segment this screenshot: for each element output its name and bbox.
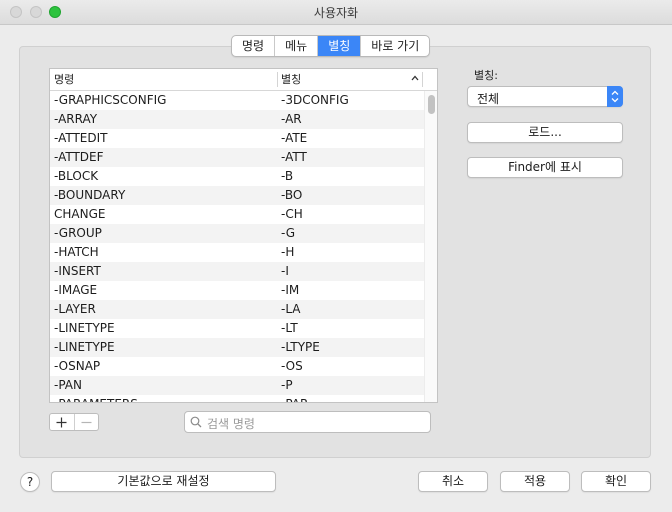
tab-commands[interactable]: 명령 (232, 36, 276, 56)
show-in-finder-button[interactable]: Finder에 표시 (467, 157, 623, 178)
minus-icon (81, 421, 92, 423)
sort-ascending-icon[interactable] (411, 74, 419, 82)
add-alias-button[interactable] (50, 414, 75, 430)
table-row[interactable]: -PAN -P (50, 376, 424, 395)
command-cell: -LINETYPE (54, 321, 115, 335)
alias-cell: -CH (281, 207, 303, 221)
table-row[interactable]: -GRAPHICSCONFIG -3DCONFIG (50, 91, 424, 110)
command-cell: -HATCH (54, 245, 99, 259)
tab-shortcuts[interactable]: 바로 가기 (361, 36, 429, 56)
tab-aliases[interactable]: 별칭 (318, 36, 362, 56)
table-row[interactable]: -GROUP -G (50, 224, 424, 243)
command-cell: -ATTEDIT (54, 131, 108, 145)
plus-icon (56, 417, 67, 427)
command-cell: CHANGE (54, 207, 106, 221)
command-cell: -BLOCK (54, 169, 99, 183)
command-cell: -INSERT (54, 264, 101, 278)
column-header-command[interactable]: 명령 (54, 69, 74, 90)
chevron-up-down-icon (611, 90, 619, 103)
alias-filter-dropdown[interactable]: 전체 (467, 86, 623, 107)
alias-cell: -B (281, 169, 294, 183)
ok-button[interactable]: 확인 (581, 471, 651, 492)
table-body: -GRAPHICSCONFIG -3DCONFIG -ARRAY -AR -ATTEDI… (50, 91, 424, 402)
alias-cell: -PAR (281, 395, 308, 402)
command-cell: -LINETYPE (54, 340, 115, 354)
cancel-button[interactable]: 취소 (418, 471, 488, 492)
table-row[interactable]: -ARRAY -AR (50, 110, 424, 129)
table-row[interactable]: -BLOCK -B (50, 167, 424, 186)
alias-cell: -G (281, 226, 296, 240)
alias-filter-label: 별칭: (474, 69, 498, 82)
window-title: 사용자화 (313, 6, 359, 20)
command-cell: -PARAMETERS (54, 395, 138, 402)
table-header: 명령 별칭 (50, 69, 437, 91)
search-icon (190, 416, 202, 428)
search-placeholder: 검색 명령 (207, 417, 255, 431)
dropdown-stepper[interactable] (607, 86, 623, 107)
table-row[interactable]: -OSNAP -OS (50, 357, 424, 376)
column-header-alias[interactable]: 별칭 (281, 69, 301, 90)
alias-cell: -BO (281, 188, 303, 202)
alias-cell: -OS (281, 359, 303, 373)
alias-cell: -H (281, 245, 295, 259)
command-cell: -ARRAY (54, 112, 98, 126)
table-row[interactable]: -LAYER -LA (50, 300, 424, 319)
command-cell: -OSNAP (54, 359, 101, 373)
command-cell: -ATTDEF (54, 150, 104, 164)
table-row[interactable]: -ATTDEF -ATT (50, 148, 424, 167)
apply-button[interactable]: 적용 (500, 471, 570, 492)
alias-cell: -AR (281, 112, 302, 126)
help-button[interactable]: ? (20, 472, 40, 492)
alias-cell: -IM (281, 283, 300, 297)
column-divider (422, 72, 423, 87)
alias-cell: -I (281, 264, 289, 278)
table-row[interactable]: -LINETYPE -LT (50, 319, 424, 338)
alias-cell: -ATT (281, 150, 307, 164)
add-remove-control (49, 413, 99, 431)
command-cell: -LAYER (54, 302, 96, 316)
column-divider[interactable] (277, 72, 278, 87)
reset-defaults-button[interactable]: 기본값으로 재설정 (51, 471, 276, 492)
table-row[interactable]: CHANGE -CH (50, 205, 424, 224)
command-cell: -BOUNDARY (54, 188, 126, 202)
tab-menus[interactable]: 메뉴 (275, 36, 319, 56)
remove-alias-button[interactable] (75, 414, 99, 430)
table-row[interactable]: -HATCH -H (50, 243, 424, 262)
table-scrollbar[interactable] (424, 91, 437, 402)
scrollbar-thumb[interactable] (428, 95, 435, 114)
alias-cell: -LTYPE (281, 340, 320, 354)
table-row[interactable]: -BOUNDARY -BO (50, 186, 424, 205)
alias-cell: -ATE (281, 131, 308, 145)
load-button[interactable]: 로드... (467, 122, 623, 143)
command-cell: -GROUP (54, 226, 102, 240)
table-row[interactable]: -IMAGE -IM (50, 281, 424, 300)
command-cell: -GRAPHICSCONFIG (54, 93, 167, 107)
alias-cell: -LA (281, 302, 301, 316)
segmented-tabs: 명령 메뉴 별칭 바로 가기 (231, 35, 431, 57)
table-row[interactable]: -ATTEDIT -ATE (50, 129, 424, 148)
command-cell: -PAN (54, 378, 82, 392)
alias-cell: -LT (281, 321, 298, 335)
alias-cell: -3DCONFIG (281, 93, 349, 107)
alias-table: 명령 별칭 -GRAPHICSCONFIG -3DCONFIG -ARRAY -AR -… (49, 68, 438, 403)
alias-cell: -P (281, 378, 293, 392)
search-field[interactable]: 검색 명령 (184, 411, 431, 433)
table-row[interactable]: -INSERT -I (50, 262, 424, 281)
table-row[interactable]: -PARAMETERS -PAR (50, 395, 424, 402)
table-row[interactable]: -LINETYPE -LTYPE (50, 338, 424, 357)
title-bar: 사용자화 (0, 0, 672, 25)
alias-filter-value: 전체 (477, 92, 500, 106)
command-cell: -IMAGE (54, 283, 98, 297)
